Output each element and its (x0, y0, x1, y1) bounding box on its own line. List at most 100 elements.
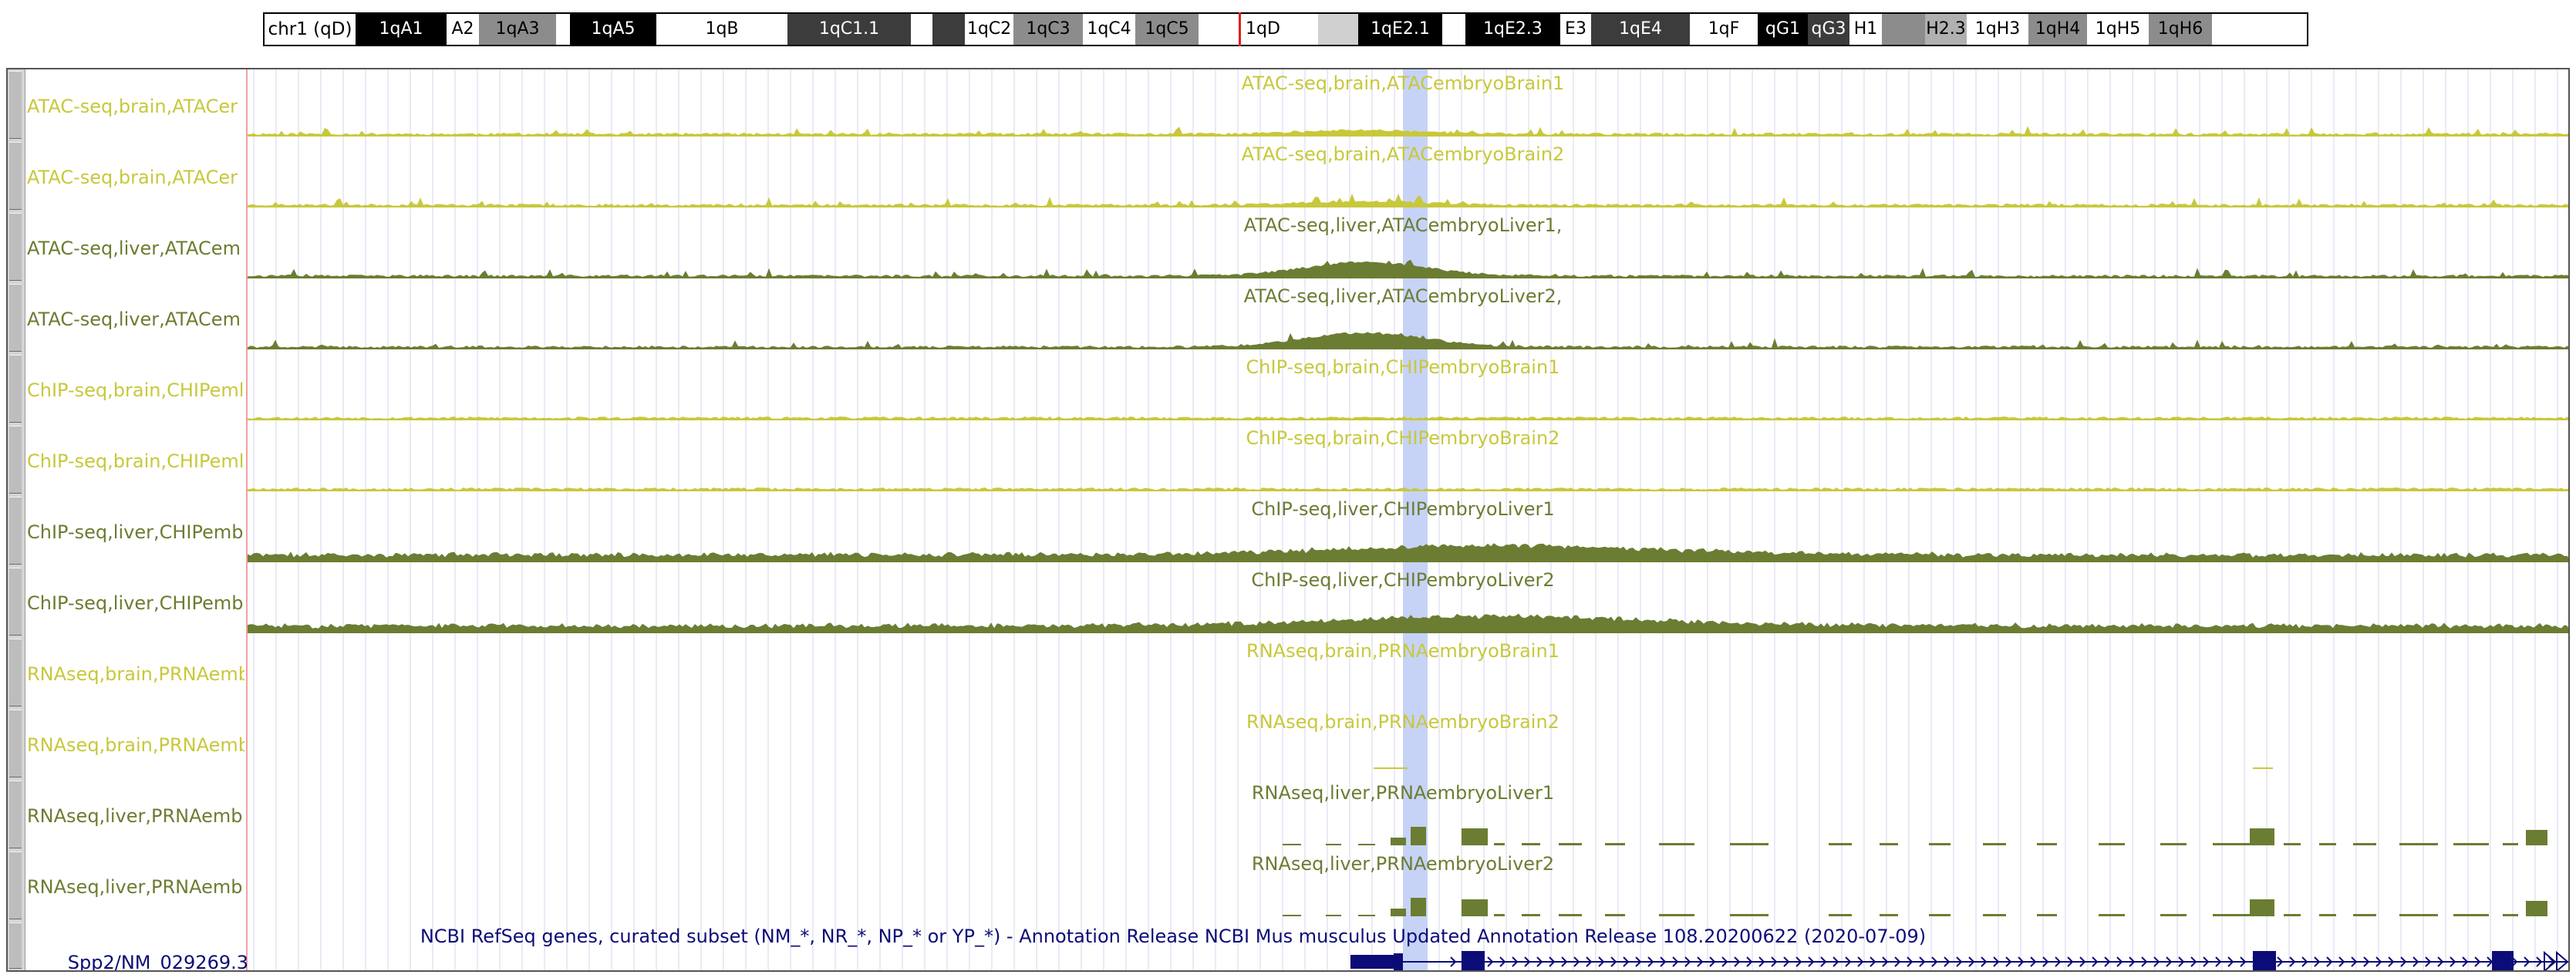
rna-signal-segment (2399, 914, 2438, 916)
ideogram-band[interactable] (1199, 14, 1208, 45)
track-drag-handle[interactable] (9, 852, 22, 919)
track-label[interactable]: RNAseq,liver,PRNAemb (27, 801, 244, 831)
ideogram-band[interactable]: qG3 (1808, 14, 1849, 45)
track-drag-handle[interactable] (9, 426, 22, 494)
ideogram-band[interactable] (911, 14, 932, 45)
ideogram-band[interactable]: A2 (447, 14, 479, 45)
gene-name-label[interactable]: Spp2/NM_029269.3 (27, 949, 248, 970)
track-data-area[interactable]: ATAC-seq,brain,ATACembryoBrain1 ATAC-seq,… (248, 69, 2570, 970)
track-drag-handle[interactable] (9, 355, 22, 423)
rna-signal-segment (1411, 898, 1426, 916)
ideogram-band[interactable]: 1qD (1208, 14, 1318, 45)
track-drag-handle[interactable] (9, 568, 22, 636)
gene-exon[interactable] (1394, 953, 1403, 970)
gene-exon[interactable] (1350, 955, 1394, 969)
ideogram-band[interactable]: H2.3 (1925, 14, 1967, 45)
track-label[interactable]: ATAC-seq,liver,ATACem (27, 233, 244, 264)
track-label[interactable]: ChIP-seq,brain,CHIPeml (27, 446, 244, 477)
ideogram-band[interactable]: 1qA1 (356, 14, 447, 45)
ideogram-band[interactable]: 1qE2.1 (1358, 14, 1442, 45)
ideogram-band[interactable]: 1qH4 (2028, 14, 2087, 45)
ideogram-band[interactable]: 1qC4 (1083, 14, 1135, 45)
track-drag-handle[interactable] (9, 497, 22, 565)
ideogram-band[interactable]: 1qC3 (1013, 14, 1083, 45)
track-drag-handle[interactable] (9, 71, 22, 139)
ideogram-band[interactable] (1318, 14, 1358, 45)
ideogram-band[interactable]: 1qB (656, 14, 787, 45)
gene-track-title: NCBI RefSeq genes, curated subset (NM_*,… (420, 926, 1926, 947)
track-label[interactable]: RNAseq,brain,PRNAemb (27, 730, 244, 760)
gene-exon[interactable] (2253, 951, 2276, 970)
signal-area (248, 259, 2568, 278)
ideogram-band[interactable] (1442, 14, 1465, 45)
rna-signal-segment (2526, 901, 2547, 916)
track-center-label: ATAC-seq,liver,ATACembryoLiver1, (1244, 214, 1563, 236)
rna-signal-segment (1391, 909, 1406, 916)
track-center-label: RNAseq,brain,PRNAembryoBrain2 (1246, 711, 1559, 733)
ideogram-band[interactable]: 1qH6 (2149, 14, 2212, 45)
track-label[interactable]: ATAC-seq,liver,ATACem (27, 304, 244, 335)
track-center-label: ChIP-seq,liver,CHIPembryoLiver2 (1251, 569, 1554, 591)
ideogram-band[interactable]: 1qH5 (2087, 14, 2149, 45)
track-drag-handle[interactable] (9, 781, 22, 848)
ideogram-band[interactable]: 1qF (1690, 14, 1758, 45)
track-panel[interactable]: ATAC-seq,brain,ATACer ATAC-seq,brain,ATAC… (6, 68, 2570, 972)
rna-signal-segment (1326, 915, 1341, 916)
ideogram-band[interactable]: 1qC1.1 (787, 14, 911, 45)
ideogram-band[interactable]: E3 (1560, 14, 1591, 45)
track-drag-handle[interactable] (9, 213, 22, 281)
ideogram-band[interactable] (932, 14, 965, 45)
rna-signal-segment (1462, 899, 1488, 916)
rna-signal-segment (2213, 914, 2254, 916)
rna-signal-segment (1326, 844, 1341, 845)
track-label[interactable]: ATAC-seq,brain,ATACer (27, 162, 244, 193)
track-center-label: RNAseq,brain,PRNAembryoBrain1 (1246, 640, 1559, 662)
track-center-label: ATAC-seq,brain,ATACembryoBrain2 (1242, 143, 1565, 165)
rna-signal-segment (1559, 843, 1582, 845)
ideogram-band[interactable]: 1qE2.3 (1465, 14, 1560, 45)
rna-signal-segment (1730, 914, 1768, 916)
track-drag-handle[interactable] (9, 710, 22, 777)
rna-signal-segment (2250, 899, 2274, 916)
track-center-label: ATAC-seq,liver,ATACembryoLiver2, (1244, 285, 1563, 307)
rna-signal-segment (2099, 914, 2125, 916)
gene-exon[interactable] (1462, 951, 1485, 970)
track-drag-handle[interactable] (9, 922, 22, 969)
ideogram-band[interactable]: 1qH3 (1967, 14, 2028, 45)
track-label[interactable]: RNAseq,brain,PRNAemb (27, 659, 244, 690)
track-label[interactable]: ChIP-seq,liver,CHIPemb (27, 588, 244, 619)
gene-exon[interactable] (2492, 951, 2514, 970)
track-drag-handle[interactable] (9, 284, 22, 352)
rna-signal-segment (2160, 914, 2187, 916)
rna-signal-segment (2319, 843, 2336, 845)
ideogram-band[interactable] (1882, 14, 1925, 45)
rna-signal-segment (1880, 914, 1898, 916)
ideogram-band[interactable]: H1 (1849, 14, 1882, 45)
rna-signal-segment (1358, 915, 1375, 916)
ideogram-band[interactable]: 1qA5 (570, 14, 656, 45)
rna-signal-segment (2037, 843, 2057, 845)
rna-signal-segment (2037, 914, 2057, 916)
ideogram-band[interactable] (556, 14, 570, 45)
rna-signal-segment (2503, 914, 2518, 916)
track-drag-handles[interactable] (8, 69, 25, 970)
track-drag-handle[interactable] (9, 639, 22, 707)
ideogram-band[interactable]: 1qC2 (965, 14, 1013, 45)
ideogram-band[interactable]: qG1 (1758, 14, 1808, 45)
track-label[interactable]: ATAC-seq,brain,ATACer (27, 91, 244, 122)
track-drag-handle[interactable] (9, 142, 22, 210)
track-label[interactable]: RNAseq,liver,PRNAemb (27, 872, 244, 902)
ideogram-bands[interactable]: 1qA1 A2 1qA3 1qA5 1qB 1qC1.1 1qC2 1qC3 1qC4 1qC5 1… (356, 14, 2307, 45)
ideogram-band[interactable]: 1qC5 (1135, 14, 1199, 45)
chromosome-ideogram[interactable]: chr1 (qD) 1qA1 A2 1qA3 1qA5 1qB 1qC1.1 1qC2 1qC… (263, 12, 2308, 46)
rna-signal-segment (1983, 843, 2006, 845)
ideogram-band[interactable]: 1qA3 (479, 14, 556, 45)
track-label[interactable]: ChIP-seq,brain,CHIPeml (27, 375, 244, 406)
rna-signal-segment (1411, 827, 1426, 845)
rna-signal-segment (1494, 843, 1505, 845)
track-center-label: RNAseq,liver,PRNAembryoLiver1 (1252, 782, 1554, 804)
rna-signal-segment (2526, 830, 2547, 845)
track-label[interactable]: ChIP-seq,liver,CHIPemb (27, 517, 244, 548)
rna-signal-segment (2284, 843, 2301, 845)
ideogram-band[interactable]: 1qE4 (1591, 14, 1690, 45)
